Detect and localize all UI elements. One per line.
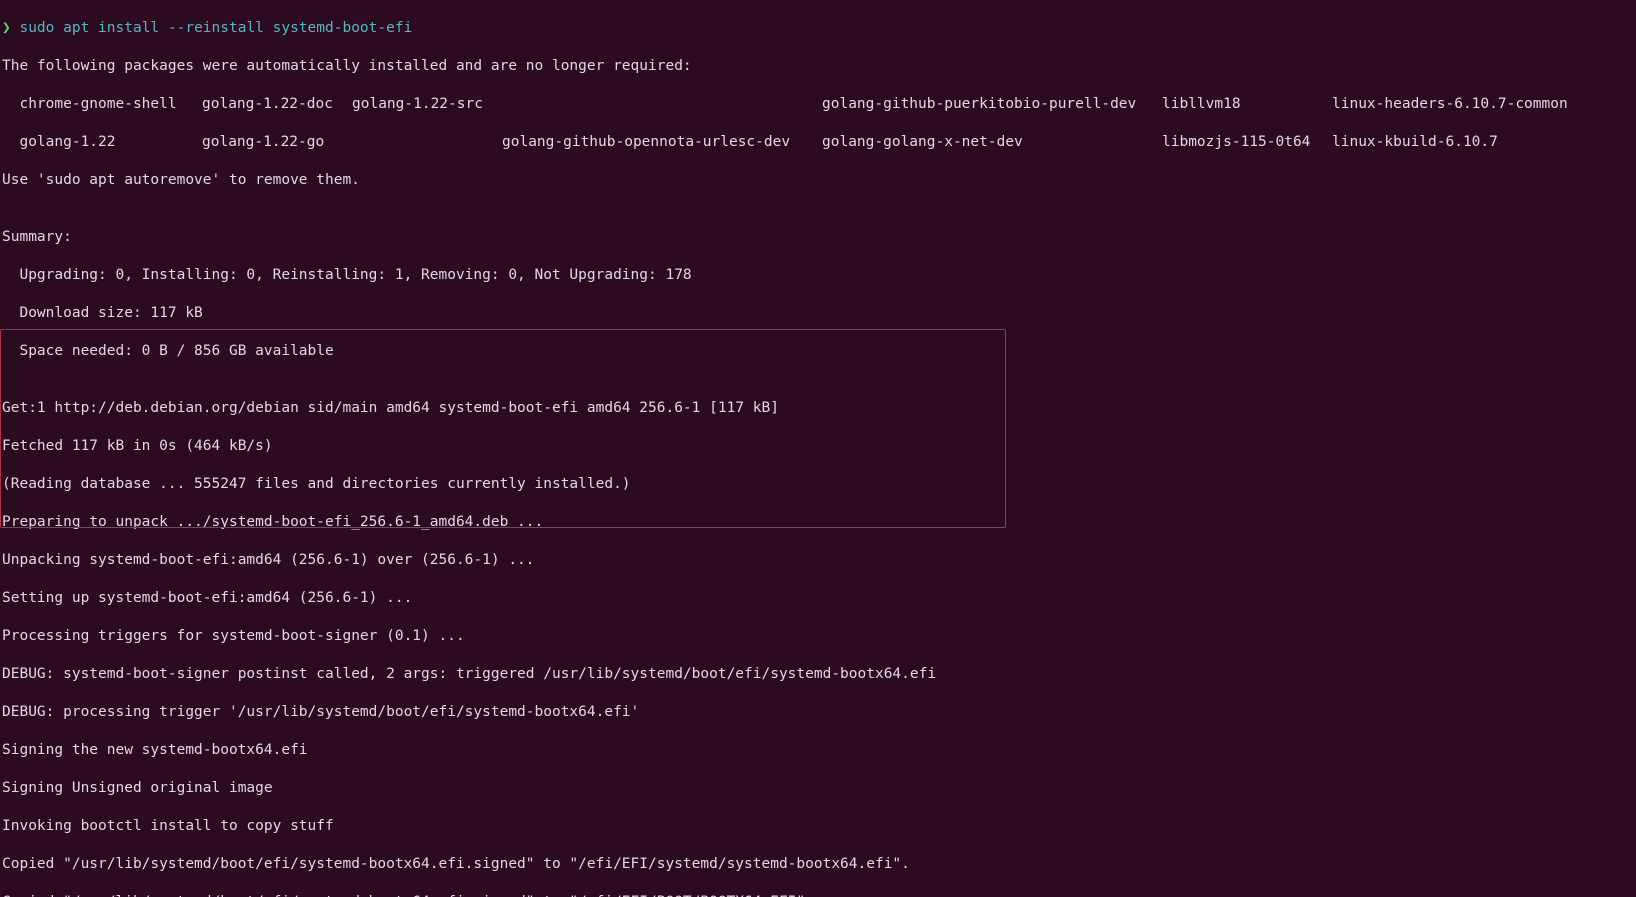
package-row: golang-1.22golang-1.22-gogolang-github-o… bbox=[2, 133, 1634, 152]
output-line: Download size: 117 kB bbox=[2, 304, 1634, 323]
output-line: Fetched 117 kB in 0s (464 kB/s) bbox=[2, 437, 1634, 456]
output-line: Setting up systemd-boot-efi:amd64 (256.6… bbox=[2, 589, 1634, 608]
output-line: (Reading database ... 555247 files and d… bbox=[2, 475, 1634, 494]
output-line: Invoking bootctl install to copy stuff bbox=[2, 817, 1634, 836]
output-line: Upgrading: 0, Installing: 0, Reinstallin… bbox=[2, 266, 1634, 285]
output-line: Summary: bbox=[2, 228, 1634, 247]
prompt-symbol: ❯ bbox=[2, 20, 11, 36]
output-line: DEBUG: processing trigger '/usr/lib/syst… bbox=[2, 703, 1634, 722]
output-line: Preparing to unpack .../systemd-boot-efi… bbox=[2, 513, 1634, 532]
output-line: Unpacking systemd-boot-efi:amd64 (256.6-… bbox=[2, 551, 1634, 570]
output-line: Signing Unsigned original image bbox=[2, 779, 1634, 798]
output-line: Space needed: 0 B / 856 GB available bbox=[2, 342, 1634, 361]
output-line: Get:1 http://deb.debian.org/debian sid/m… bbox=[2, 399, 1634, 418]
command-args: apt install --reinstall systemd-boot-efi bbox=[63, 20, 412, 36]
terminal-output[interactable]: ❯ sudo apt install --reinstall systemd-b… bbox=[0, 0, 1636, 897]
output-line: Use 'sudo apt autoremove' to remove them… bbox=[2, 171, 1634, 190]
output-line: DEBUG: systemd-boot-signer postinst call… bbox=[2, 665, 1634, 684]
output-line: The following packages were automaticall… bbox=[2, 57, 1634, 76]
output-line: Copied "/usr/lib/systemd/boot/efi/system… bbox=[2, 893, 1634, 897]
package-row: chrome-gnome-shellgolang-1.22-docgolang-… bbox=[2, 95, 1634, 114]
output-line: Signing the new systemd-bootx64.efi bbox=[2, 741, 1634, 760]
output-line: Processing triggers for systemd-boot-sig… bbox=[2, 627, 1634, 646]
output-line: Copied "/usr/lib/systemd/boot/efi/system… bbox=[2, 855, 1634, 874]
command-line: ❯ sudo apt install --reinstall systemd-b… bbox=[2, 19, 1634, 38]
command-sudo: sudo bbox=[19, 20, 54, 36]
